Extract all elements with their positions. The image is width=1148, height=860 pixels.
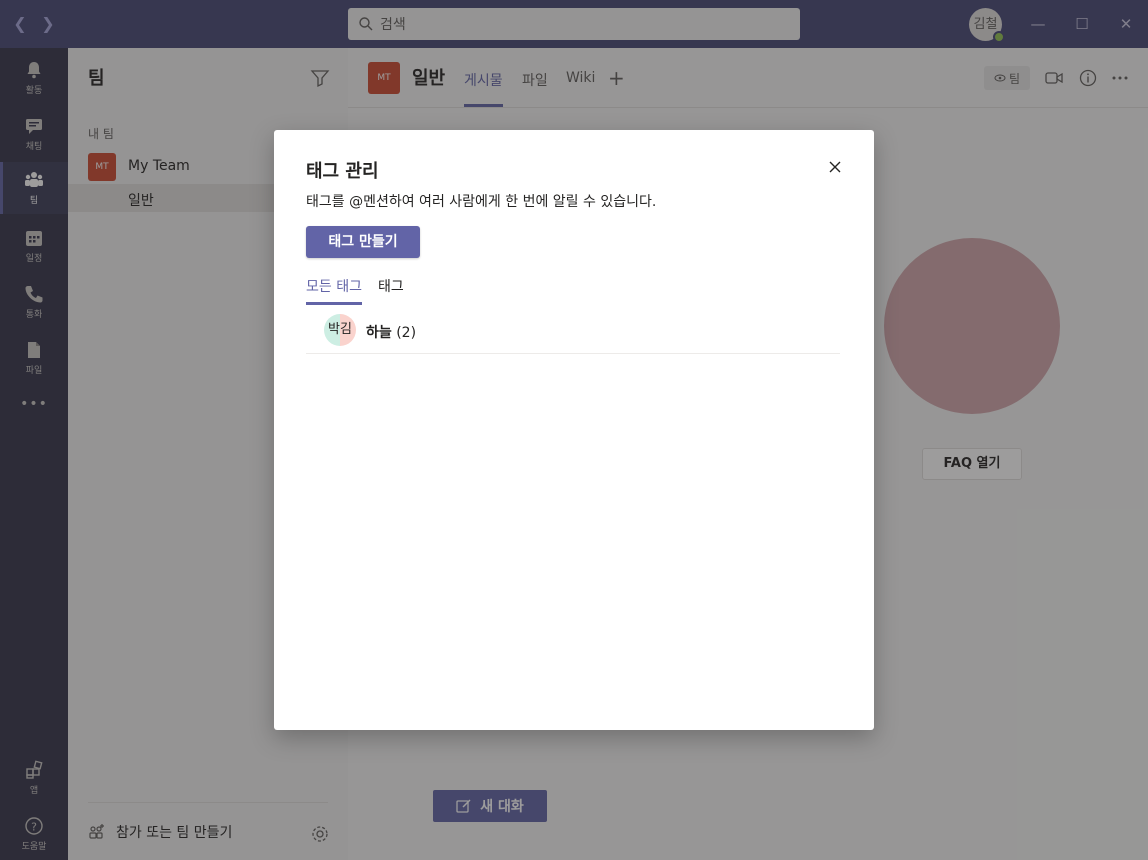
tab-all-tags[interactable]: 모든 태그 bbox=[306, 276, 362, 305]
tab-tags[interactable]: 태그 bbox=[378, 276, 404, 302]
member-avatar-right: 김 bbox=[340, 314, 356, 346]
tag-member-count: (2) bbox=[396, 325, 417, 341]
dialog-description: 태그를 @멘션하여 여러 사람에게 한 번에 알릴 수 있습니다. bbox=[306, 194, 657, 210]
create-tag-button[interactable]: 태그 만들기 bbox=[306, 226, 420, 258]
tag-name: 하늘 bbox=[366, 325, 392, 341]
tag-label: 하늘 (2) bbox=[366, 322, 416, 342]
close-icon[interactable] bbox=[826, 158, 844, 176]
dialog-title: 태그 관리 bbox=[306, 161, 379, 182]
manage-tags-dialog: 태그 관리 태그를 @멘션하여 여러 사람에게 한 번에 알릴 수 있습니다. … bbox=[274, 130, 874, 730]
tag-row[interactable]: 박 김 하늘 (2) bbox=[306, 314, 840, 354]
tag-member-avatars: 박 김 bbox=[324, 314, 356, 346]
member-avatar-left: 박 bbox=[324, 314, 340, 346]
